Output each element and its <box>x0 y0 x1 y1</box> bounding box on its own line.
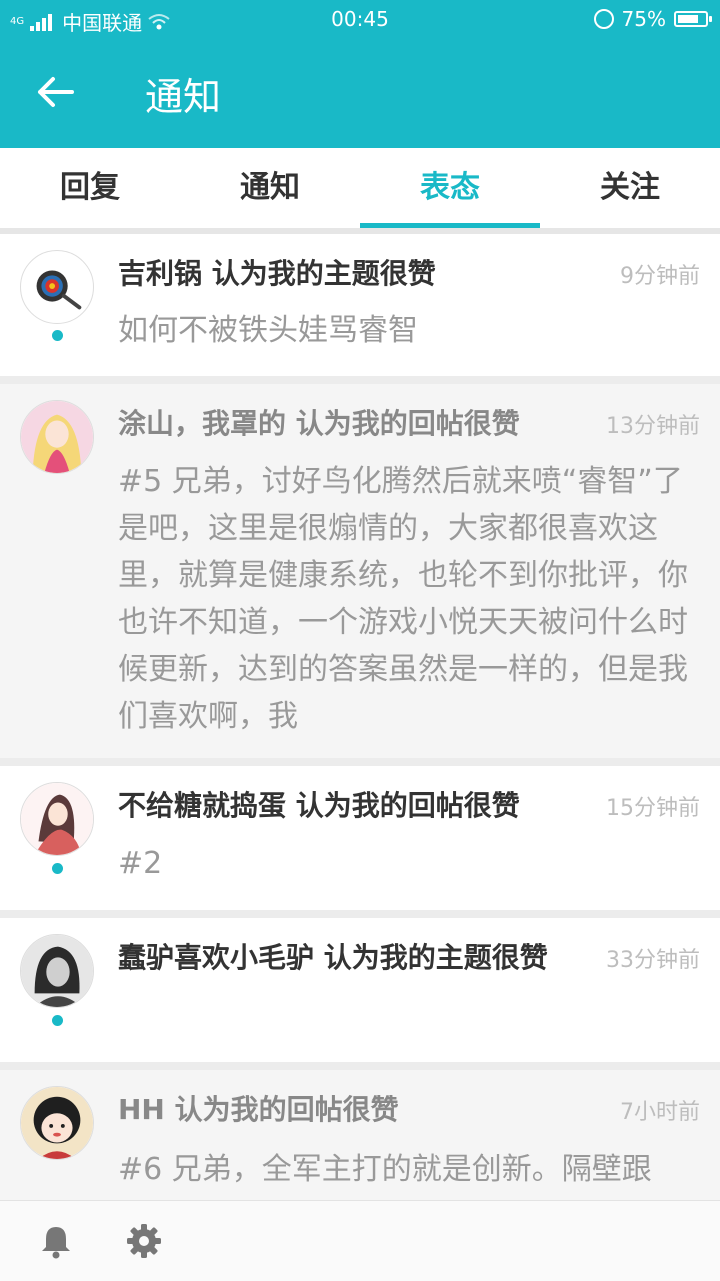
notification-title: 蠢驴喜欢小毛驴 认为我的主题很赞 <box>118 941 548 974</box>
tab-bar: 回复 通知 表态 关注 <box>0 148 720 228</box>
notification-time: 33分钟前 <box>606 948 700 973</box>
notification-title: 吉利锅 认为我的主题很赞 <box>118 257 436 290</box>
notification-list: 吉利锅 认为我的主题很赞 9分钟前 如何不被铁头娃骂睿智 涂山，我罩的 认为我的… <box>0 234 720 1238</box>
avatar[interactable] <box>20 400 94 474</box>
notification-time: 13分钟前 <box>606 414 700 439</box>
gear-icon[interactable] <box>126 1223 162 1259</box>
notification-time: 15分钟前 <box>606 796 700 821</box>
notification-title: HH 认为我的回帖很赞 <box>118 1093 399 1126</box>
unread-dot <box>52 1015 63 1026</box>
notification-body: #2 <box>118 846 163 881</box>
tab-reply[interactable]: 回复 <box>0 148 180 228</box>
tab-notice[interactable]: 通知 <box>180 148 360 228</box>
avatar[interactable] <box>20 782 94 856</box>
avatar[interactable] <box>20 934 94 1008</box>
status-bar: 4G 中国联通 00:45 75% <box>0 0 720 38</box>
avatar[interactable] <box>20 250 94 324</box>
avatar[interactable] <box>20 1086 94 1160</box>
list-item[interactable]: 涂山，我罩的 认为我的回帖很赞 13分钟前 #5 兄弟，讨好鸟化腾然后就来喷“睿… <box>0 384 720 758</box>
notification-body: #5 兄弟，讨好鸟化腾然后就来喷“睿智”了是吧，这里是很煽情的，大家都很喜欢这里… <box>118 464 688 734</box>
notification-title: 不给糖就捣蛋 认为我的回帖很赞 <box>118 789 520 822</box>
notification-body: #6 兄弟，全军主打的就是创新。隔壁跟 <box>118 1152 652 1187</box>
bell-icon[interactable] <box>38 1223 74 1259</box>
battery-percent: 75% <box>621 7 666 31</box>
tab-reaction[interactable]: 表态 <box>360 148 540 228</box>
notification-time: 7小时前 <box>620 1100 700 1125</box>
list-item[interactable]: 吉利锅 认为我的主题很赞 9分钟前 如何不被铁头娃骂睿智 <box>0 234 720 376</box>
arrow-left-icon[interactable] <box>36 72 76 112</box>
notification-body: 如何不被铁头娃骂睿智 <box>118 313 418 348</box>
app-header: 4G 中国联通 00:45 75% 通知 <box>0 0 720 148</box>
page-title: 通知 <box>145 75 222 119</box>
notification-title: 涂山，我罩的 认为我的回帖很赞 <box>118 407 520 440</box>
unread-dot <box>52 330 63 341</box>
rotation-lock-icon <box>593 9 614 29</box>
bottom-toolbar <box>0 1200 720 1281</box>
list-item[interactable]: 不给糖就捣蛋 认为我的回帖很赞 15分钟前 #2 <box>0 766 720 910</box>
notification-time: 9分钟前 <box>620 264 700 289</box>
battery-icon <box>674 11 712 27</box>
list-item[interactable]: 蠢驴喜欢小毛驴 认为我的主题很赞 33分钟前 <box>0 918 720 1062</box>
unread-dot <box>52 863 63 874</box>
tab-follow[interactable]: 关注 <box>540 148 720 228</box>
